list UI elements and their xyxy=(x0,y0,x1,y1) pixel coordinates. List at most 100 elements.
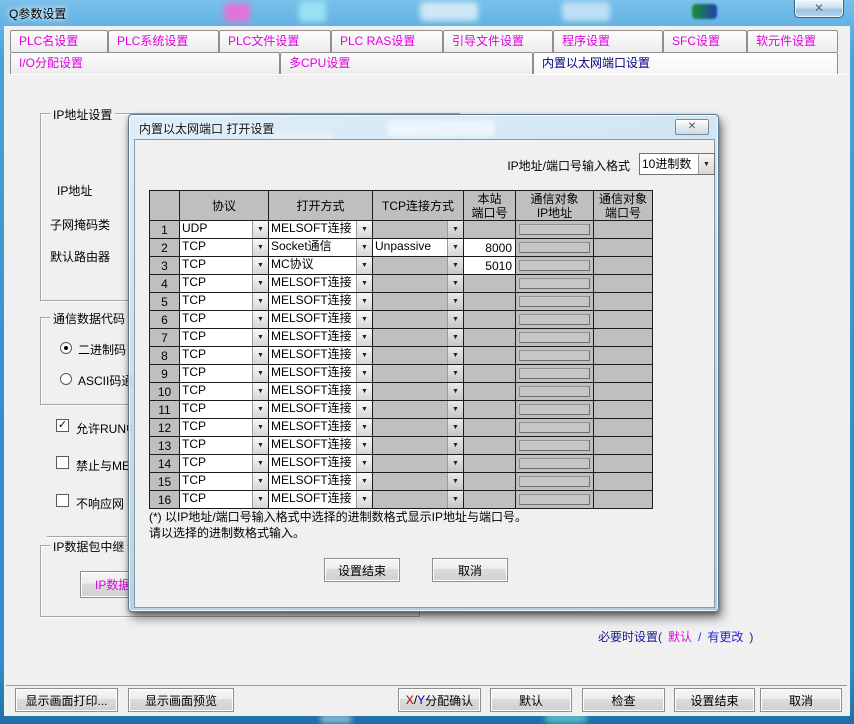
protocol-cell[interactable]: TCP▼ xyxy=(180,383,269,401)
dropdown-arrow-icon[interactable]: ▼ xyxy=(356,419,372,436)
protocol-cell[interactable]: TCP▼ xyxy=(180,293,269,311)
default-button[interactable]: 默认 xyxy=(490,688,572,712)
dropdown-arrow-icon[interactable]: ▼ xyxy=(356,401,372,418)
host-port-cell[interactable] xyxy=(464,437,516,455)
protocol-cell[interactable]: TCP▼ xyxy=(180,437,269,455)
open-method-cell[interactable]: MC协议▼ xyxy=(269,257,373,275)
open-method-dropdown[interactable]: MELSOFT连接▼ xyxy=(269,221,372,238)
open-method-cell[interactable]: Socket通信▼ xyxy=(269,239,373,257)
tcp-connection-cell[interactable]: ▼ xyxy=(373,473,464,491)
open-method-dropdown[interactable]: MELSOFT连接▼ xyxy=(269,347,372,364)
tcp-connection-dropdown[interactable]: ▼ xyxy=(373,455,463,472)
dropdown-arrow-icon[interactable]: ▼ xyxy=(252,347,268,364)
tcp-connection-cell[interactable]: ▼ xyxy=(373,365,464,383)
open-method-dropdown[interactable]: MELSOFT连接▼ xyxy=(269,329,372,346)
host-port-cell[interactable]: 8000 xyxy=(464,239,516,257)
host-port-cell[interactable] xyxy=(464,329,516,347)
dropdown-arrow-icon[interactable]: ▼ xyxy=(356,239,372,256)
dropdown-arrow-icon[interactable]: ▼ xyxy=(252,275,268,292)
tab-row1-3[interactable]: PLC文件设置 xyxy=(219,30,331,52)
dropdown-arrow-icon[interactable]: ▼ xyxy=(447,239,463,256)
tab-row2-1[interactable]: I/O分配设置 xyxy=(10,52,280,74)
protocol-dropdown[interactable]: TCP▼ xyxy=(180,239,268,256)
protocol-cell[interactable]: TCP▼ xyxy=(180,455,269,473)
open-method-dropdown[interactable]: MELSOFT连接▼ xyxy=(269,473,372,490)
dropdown-arrow-icon[interactable]: ▼ xyxy=(252,221,268,238)
ascii-code-radio[interactable] xyxy=(60,373,72,385)
tab-row1-1[interactable]: PLC名设置 xyxy=(10,30,108,52)
tab-row1-2[interactable]: PLC系统设置 xyxy=(108,30,219,52)
host-port-cell[interactable] xyxy=(464,473,516,491)
protocol-dropdown[interactable]: TCP▼ xyxy=(180,419,268,436)
tcp-connection-dropdown[interactable]: ▼ xyxy=(373,383,463,400)
dropdown-arrow-icon[interactable]: ▼ xyxy=(447,437,463,454)
dropdown-arrow-icon[interactable]: ▼ xyxy=(356,491,372,508)
tcp-connection-dropdown[interactable]: ▼ xyxy=(373,257,463,274)
dropdown-arrow-icon[interactable]: ▼ xyxy=(356,365,372,382)
tcp-connection-cell[interactable]: ▼ xyxy=(373,491,464,509)
window-close-button[interactable]: ✕ xyxy=(794,0,844,18)
dropdown-arrow-icon[interactable]: ▼ xyxy=(252,239,268,256)
dropdown-arrow-icon[interactable]: ▼ xyxy=(252,383,268,400)
tcp-connection-cell[interactable]: ▼ xyxy=(373,401,464,419)
no-network-response-checkbox[interactable] xyxy=(56,494,69,507)
open-method-cell[interactable]: MELSOFT连接▼ xyxy=(269,221,373,239)
tcp-connection-cell[interactable]: ▼ xyxy=(373,311,464,329)
dropdown-arrow-icon[interactable]: ▼ xyxy=(252,455,268,472)
open-method-dropdown[interactable]: MELSOFT连接▼ xyxy=(269,401,372,418)
dropdown-arrow-icon[interactable]: ▼ xyxy=(356,311,372,328)
protocol-cell[interactable]: UDP▼ xyxy=(180,221,269,239)
host-port-cell[interactable] xyxy=(464,491,516,509)
protocol-cell[interactable]: TCP▼ xyxy=(180,275,269,293)
dropdown-arrow-icon[interactable]: ▼ xyxy=(447,293,463,310)
open-method-dropdown[interactable]: MC协议▼ xyxy=(269,257,372,274)
protocol-dropdown[interactable]: TCP▼ xyxy=(180,455,268,472)
tcp-connection-cell[interactable]: ▼ xyxy=(373,221,464,239)
dropdown-arrow-icon[interactable]: ▼ xyxy=(252,473,268,490)
protocol-dropdown[interactable]: TCP▼ xyxy=(180,311,268,328)
open-method-cell[interactable]: MELSOFT连接▼ xyxy=(269,455,373,473)
tcp-connection-cell[interactable]: ▼ xyxy=(373,383,464,401)
tcp-connection-dropdown[interactable]: ▼ xyxy=(373,491,463,508)
open-method-cell[interactable]: MELSOFT连接▼ xyxy=(269,293,373,311)
tcp-connection-cell[interactable]: ▼ xyxy=(373,329,464,347)
dropdown-arrow-icon[interactable]: ▼ xyxy=(356,221,372,238)
host-port-cell[interactable] xyxy=(464,347,516,365)
tab-row1-5[interactable]: 引导文件设置 xyxy=(443,30,553,52)
tcp-connection-cell[interactable]: ▼ xyxy=(373,455,464,473)
dropdown-arrow-icon[interactable]: ▼ xyxy=(356,257,372,274)
dropdown-arrow-icon[interactable]: ▼ xyxy=(252,329,268,346)
tcp-connection-cell[interactable]: ▼ xyxy=(373,347,464,365)
dropdown-arrow-icon[interactable]: ▼ xyxy=(447,329,463,346)
protocol-cell[interactable]: TCP▼ xyxy=(180,329,269,347)
open-method-cell[interactable]: MELSOFT连接▼ xyxy=(269,401,373,419)
disable-melsoft-checkbox[interactable] xyxy=(56,456,69,469)
dropdown-arrow-icon[interactable]: ▼ xyxy=(356,437,372,454)
dropdown-arrow-icon[interactable]: ▼ xyxy=(252,257,268,274)
dropdown-arrow-icon[interactable]: ▼ xyxy=(252,311,268,328)
open-method-cell[interactable]: MELSOFT连接▼ xyxy=(269,473,373,491)
dropdown-arrow-icon[interactable]: ▼ xyxy=(447,401,463,418)
dropdown-arrow-icon[interactable]: ▼ xyxy=(447,221,463,238)
open-method-cell[interactable]: MELSOFT连接▼ xyxy=(269,419,373,437)
allow-run-write-checkbox[interactable]: ✓ xyxy=(56,419,69,432)
open-method-cell[interactable]: MELSOFT连接▼ xyxy=(269,437,373,455)
default-link[interactable]: 默认 xyxy=(668,630,692,644)
host-port-cell[interactable] xyxy=(464,455,516,473)
check-button[interactable]: 检查 xyxy=(582,688,665,712)
setting-end-button[interactable]: 设置结束 xyxy=(674,688,755,712)
dropdown-arrow-icon[interactable]: ▼ xyxy=(356,473,372,490)
protocol-cell[interactable]: TCP▼ xyxy=(180,491,269,509)
dropdown-arrow-icon[interactable]: ▼ xyxy=(447,365,463,382)
tcp-connection-cell[interactable]: ▼ xyxy=(373,293,464,311)
dropdown-arrow-icon[interactable]: ▼ xyxy=(252,419,268,436)
protocol-dropdown[interactable]: TCP▼ xyxy=(180,383,268,400)
open-method-dropdown[interactable]: MELSOFT连接▼ xyxy=(269,437,372,454)
tab-row1-7[interactable]: SFC设置 xyxy=(663,30,747,52)
open-method-dropdown[interactable]: MELSOFT连接▼ xyxy=(269,311,372,328)
tcp-connection-cell[interactable]: Unpassive▼ xyxy=(373,239,464,257)
dropdown-arrow-icon[interactable]: ▼ xyxy=(356,329,372,346)
tab-row1-4[interactable]: PLC RAS设置 xyxy=(331,30,443,52)
dropdown-arrow-icon[interactable]: ▼ xyxy=(447,383,463,400)
xy-assignment-confirm-button[interactable]: X/Y分配确认 xyxy=(398,688,481,712)
